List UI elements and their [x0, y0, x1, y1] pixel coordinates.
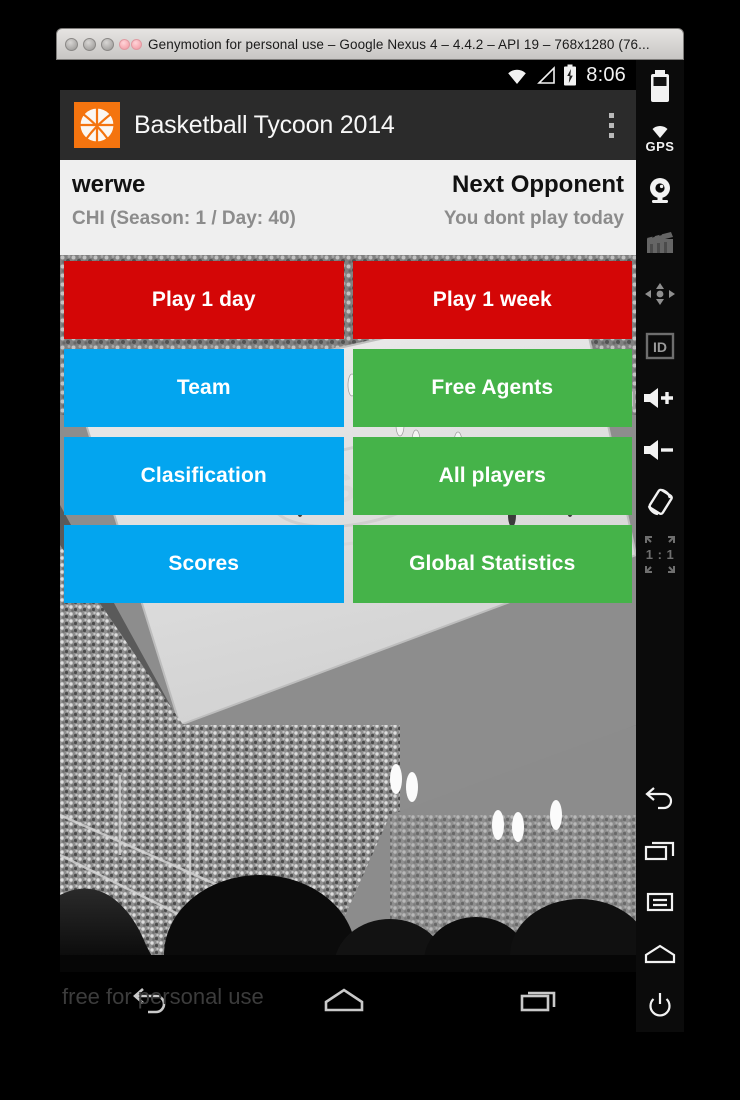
- info-strip: werwe CHI (Season: 1 / Day: 40) Next Opp…: [60, 160, 636, 255]
- menu-button-free-agents[interactable]: Free Agents: [352, 349, 632, 427]
- camera-widget-icon[interactable]: [636, 164, 684, 216]
- menu-button-row: Team Free Agents: [64, 349, 632, 427]
- next-opponent-column: Next Opponent You dont play today: [444, 170, 624, 255]
- home-nav-icon[interactable]: [321, 984, 367, 1021]
- emulator-device: 8:06 Basketball Tycoon 2014 werwe CHI (S…: [56, 60, 636, 1032]
- team-info-column: werwe CHI (Season: 1 / Day: 40): [72, 170, 296, 255]
- recents-button-icon[interactable]: [636, 824, 684, 876]
- menu-button-scores[interactable]: Scores: [64, 525, 344, 603]
- wifi-icon: [505, 66, 529, 85]
- video-recorder-icon[interactable]: [636, 216, 684, 268]
- status-clock: 8:06: [586, 63, 626, 86]
- menu-button-row: Clasification All players: [64, 437, 632, 515]
- team-details: CHI (Season: 1 / Day: 40): [72, 208, 296, 229]
- next-opponent-label: Next Opponent: [452, 171, 624, 198]
- menu-button-play-1-week[interactable]: Play 1 week: [352, 261, 632, 339]
- window-title: Genymotion for personal use – Google Nex…: [148, 36, 650, 52]
- menu-button-grid: Play 1 day Play 1 week Team Free Agents Clas…: [60, 255, 636, 613]
- menu-button-all-players[interactable]: All players: [352, 437, 632, 515]
- svg-text:ID: ID: [653, 339, 667, 355]
- window-titlebar: Genymotion for personal use – Google Nex…: [56, 28, 684, 60]
- android-status-bar: 8:06: [56, 60, 636, 90]
- power-button-icon[interactable]: [636, 980, 684, 1032]
- pink-dot-2-icon: [131, 38, 142, 50]
- dpad-icon[interactable]: [636, 268, 684, 320]
- volume-down-icon[interactable]: [636, 424, 684, 476]
- home-button-icon[interactable]: [636, 928, 684, 980]
- close-button[interactable]: [65, 37, 78, 51]
- action-bar: Basketball Tycoon 2014: [60, 90, 636, 160]
- minimize-button[interactable]: [83, 37, 96, 51]
- gps-label: GPS: [645, 138, 675, 154]
- zoom-button[interactable]: [101, 37, 114, 51]
- watermark-text: free for personal use: [62, 984, 264, 1009]
- volume-up-icon[interactable]: [636, 372, 684, 424]
- basketball-app-icon: [74, 102, 120, 148]
- next-opponent-value: You dont play today: [443, 208, 624, 229]
- team-name: werwe: [72, 171, 146, 198]
- screenshot-root: Genymotion for personal use – Google Nex…: [0, 0, 740, 1100]
- scale-one-to-one-icon[interactable]: 1 : 1: [636, 528, 684, 580]
- rotate-screen-icon[interactable]: [636, 476, 684, 528]
- identifiers-icon[interactable]: ID: [636, 320, 684, 372]
- menu-button-play-1-day[interactable]: Play 1 day: [64, 261, 344, 339]
- main-content-area: SS: [60, 255, 636, 972]
- scale-label: 1 : 1: [645, 546, 675, 562]
- menu-button-icon[interactable]: [636, 876, 684, 928]
- overflow-menu-icon[interactable]: [596, 102, 626, 148]
- app-title: Basketball Tycoon 2014: [134, 110, 395, 139]
- app-screen: Basketball Tycoon 2014 werwe CHI (Season…: [60, 90, 636, 972]
- menu-button-row: Play 1 day Play 1 week: [64, 261, 632, 339]
- pink-dot-1-icon: [119, 38, 130, 50]
- battery-widget-icon[interactable]: [636, 60, 684, 112]
- gps-widget-icon[interactable]: GPS: [636, 112, 684, 164]
- menu-button-clasification[interactable]: Clasification: [64, 437, 344, 515]
- battery-charging-icon: [563, 64, 577, 86]
- menu-button-team[interactable]: Team: [64, 349, 344, 427]
- signal-triangle-icon: [536, 65, 556, 85]
- genymotion-toolbar: GPS ID 1: 1: [636, 60, 684, 1032]
- menu-button-global-statistics[interactable]: Global Statistics: [352, 525, 632, 603]
- back-button-icon[interactable]: [636, 772, 684, 824]
- recents-nav-icon[interactable]: [516, 984, 562, 1021]
- menu-button-row: Scores Global Statistics: [64, 525, 632, 603]
